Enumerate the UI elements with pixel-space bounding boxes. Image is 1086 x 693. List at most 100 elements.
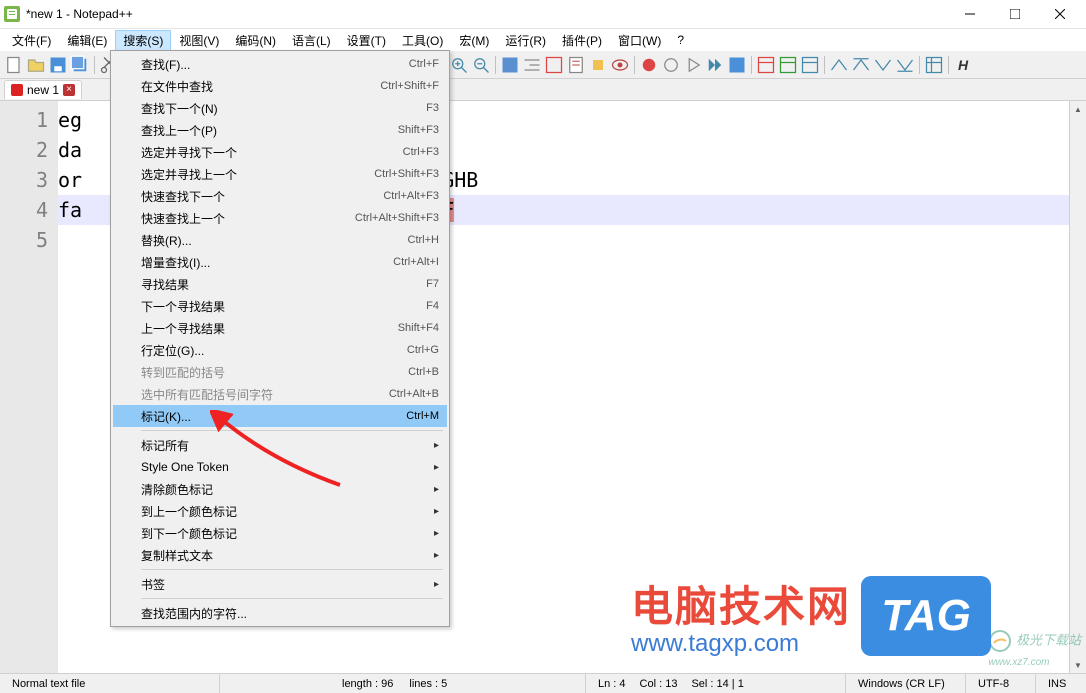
c1-icon[interactable] — [829, 55, 849, 75]
menu-window[interactable]: 窗口(W) — [610, 30, 669, 51]
menu-style-one[interactable]: Style One Token▸ — [113, 456, 447, 478]
menu-replace[interactable]: 替换(R)...Ctrl+H — [113, 229, 447, 251]
chevron-right-icon: ▸ — [434, 579, 439, 590]
chevron-right-icon: ▸ — [434, 550, 439, 561]
minimize-button[interactable] — [947, 0, 992, 28]
toolbar-separator — [948, 56, 949, 74]
menu-quick-next[interactable]: 快速查找下一个Ctrl+Alt+F3 — [113, 185, 447, 207]
menu-find-in-files[interactable]: 在文件中查找Ctrl+Shift+F — [113, 75, 447, 97]
menu-macro[interactable]: 宏(M) — [451, 30, 497, 51]
c5-icon[interactable] — [924, 55, 944, 75]
search-menu-dropdown: 查找(F)...Ctrl+F 在文件中查找Ctrl+Shift+F 查找下一个(… — [110, 50, 450, 627]
menu-help[interactable]: ? — [669, 31, 692, 49]
statusbar: Normal text file length : 96 lines : 5 L… — [0, 673, 1086, 693]
chevron-right-icon: ▸ — [434, 462, 439, 473]
h-icon[interactable]: H — [953, 55, 973, 75]
menu-language[interactable]: 语言(L) — [284, 30, 339, 51]
menu-separator — [141, 430, 443, 431]
stop-icon[interactable] — [661, 55, 681, 75]
t2-icon[interactable] — [778, 55, 798, 75]
status-mode[interactable]: INS — [1036, 674, 1086, 693]
c2-icon[interactable] — [851, 55, 871, 75]
record-icon[interactable] — [639, 55, 659, 75]
file-tab[interactable]: new 1 × — [4, 80, 82, 99]
outdent-icon[interactable] — [544, 55, 564, 75]
chevron-right-icon: ▸ — [434, 506, 439, 517]
fold-icon[interactable] — [588, 55, 608, 75]
indent-icon[interactable] — [522, 55, 542, 75]
menu-edit[interactable]: 编辑(E) — [59, 30, 115, 51]
watermark-tagxp: 电脑技术网 www.tagxp.com TAG — [631, 573, 991, 658]
menu-mark-all[interactable]: 标记所有▸ — [113, 434, 447, 456]
c4-icon[interactable] — [895, 55, 915, 75]
toolbar-separator — [634, 56, 635, 74]
unsaved-icon — [11, 84, 23, 96]
save-icon[interactable] — [48, 55, 68, 75]
menu-inc-search[interactable]: 增量查找(I)...Ctrl+Alt+I — [113, 251, 447, 273]
t3-icon[interactable] — [800, 55, 820, 75]
menu-sel-bracket: 选中所有匹配括号间字符Ctrl+Alt+B — [113, 383, 447, 405]
menu-bookmark[interactable]: 书签▸ — [113, 573, 447, 595]
titlebar: *new 1 - Notepad++ — [0, 0, 1086, 29]
menu-find[interactable]: 查找(F)...Ctrl+F — [113, 53, 447, 75]
menu-goto-line[interactable]: 行定位(G)...Ctrl+G — [113, 339, 447, 361]
doc-icon[interactable] — [566, 55, 586, 75]
save-macro-icon[interactable] — [727, 55, 747, 75]
menu-prev-result[interactable]: 上一个寻找结果Shift+F4 — [113, 317, 447, 339]
menu-run[interactable]: 运行(R) — [497, 30, 554, 51]
menu-file[interactable]: 文件(F) — [4, 30, 59, 51]
menu-next-result[interactable]: 下一个寻找结果F4 — [113, 295, 447, 317]
menu-separator — [141, 569, 443, 570]
menu-clear-marks[interactable]: 清除颜色标记▸ — [113, 478, 447, 500]
chevron-right-icon: ▸ — [434, 440, 439, 451]
toolbar-separator — [919, 56, 920, 74]
toolbar-separator — [824, 56, 825, 74]
close-button[interactable] — [1037, 0, 1082, 28]
new-file-icon[interactable] — [4, 55, 24, 75]
play-icon[interactable] — [683, 55, 703, 75]
menu-copy-style[interactable]: 复制样式文本▸ — [113, 544, 447, 566]
save-all-icon[interactable] — [70, 55, 90, 75]
status-eol[interactable]: Windows (CR LF) — [846, 674, 966, 693]
menu-encoding[interactable]: 编码(N) — [227, 30, 284, 51]
menu-mark[interactable]: 标记(K)...Ctrl+M — [113, 405, 447, 427]
scroll-up-icon[interactable]: ▲ — [1070, 101, 1086, 118]
vertical-scrollbar[interactable]: ▲ ▼ — [1069, 101, 1086, 674]
status-encoding[interactable]: UTF-8 — [966, 674, 1036, 693]
menu-sel-find-prev[interactable]: 选定并寻找上一个Ctrl+Shift+F3 — [113, 163, 447, 185]
menu-settings[interactable]: 设置(T) — [339, 30, 394, 51]
open-file-icon[interactable] — [26, 55, 46, 75]
t1-icon[interactable] — [756, 55, 776, 75]
menu-separator — [141, 598, 443, 599]
menubar: 文件(F) 编辑(E) 搜索(S) 视图(V) 编码(N) 语言(L) 设置(T… — [0, 29, 1086, 51]
menu-plugins[interactable]: 插件(P) — [554, 30, 610, 51]
menu-results[interactable]: 寻找结果F7 — [113, 273, 447, 295]
menu-find-next[interactable]: 查找下一个(N)F3 — [113, 97, 447, 119]
toolbar-separator — [751, 56, 752, 74]
eye-icon[interactable] — [610, 55, 630, 75]
menu-next-mark[interactable]: 到下一个颜色标记▸ — [113, 522, 447, 544]
tab-label: new 1 — [27, 83, 59, 97]
wrap-icon[interactable] — [500, 55, 520, 75]
chevron-right-icon: ▸ — [434, 528, 439, 539]
window-title: *new 1 - Notepad++ — [26, 7, 947, 21]
app-icon — [4, 6, 20, 22]
menu-tools[interactable]: 工具(O) — [394, 30, 451, 51]
menu-sel-find-next[interactable]: 选定并寻找下一个Ctrl+F3 — [113, 141, 447, 163]
menu-find-prev[interactable]: 查找上一个(P)Shift+F3 — [113, 119, 447, 141]
menu-view[interactable]: 视图(V) — [171, 30, 227, 51]
menu-find-range[interactable]: 查找范围内的字符... — [113, 602, 447, 624]
zoom-out-icon[interactable] — [471, 55, 491, 75]
fast-icon[interactable] — [705, 55, 725, 75]
menu-prev-mark[interactable]: 到上一个颜色标记▸ — [113, 500, 447, 522]
zoom-in-icon[interactable] — [449, 55, 469, 75]
menu-quick-prev[interactable]: 快速查找上一个Ctrl+Alt+Shift+F3 — [113, 207, 447, 229]
c3-icon[interactable] — [873, 55, 893, 75]
window-controls — [947, 0, 1082, 28]
status-filetype: Normal text file — [0, 674, 220, 693]
maximize-button[interactable] — [992, 0, 1037, 28]
toolbar-separator — [495, 56, 496, 74]
menu-goto-bracket: 转到匹配的括号Ctrl+B — [113, 361, 447, 383]
menu-search[interactable]: 搜索(S) — [115, 30, 171, 51]
close-tab-icon[interactable]: × — [63, 84, 75, 96]
